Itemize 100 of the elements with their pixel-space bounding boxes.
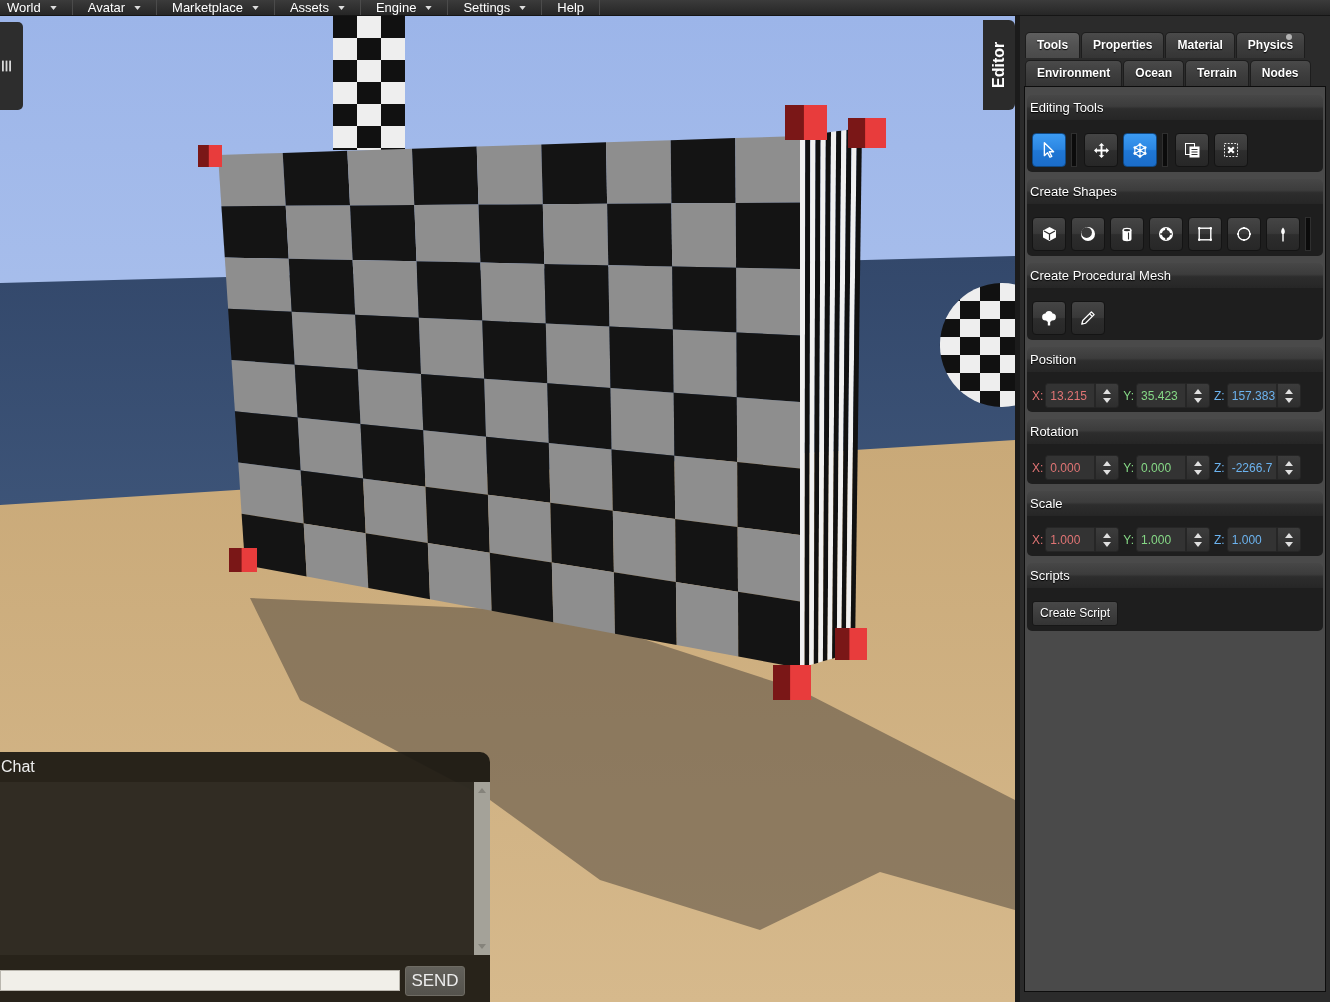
- editor-tab[interactable]: Editor: [983, 20, 1015, 110]
- scrollbar[interactable]: [474, 782, 490, 955]
- number-field[interactable]: 0.000: [1136, 455, 1187, 480]
- tab[interactable]: Properties: [1081, 32, 1165, 58]
- axis-label: Z:: [1214, 532, 1225, 547]
- tool-button[interactable]: [1214, 133, 1248, 167]
- sidebar-toggle-button[interactable]: [0, 22, 23, 110]
- down-arrow-icon: [1284, 397, 1293, 403]
- spinner-button[interactable]: [1095, 383, 1120, 408]
- selection-handle[interactable]: [835, 628, 867, 660]
- dashed-x-icon: [1224, 143, 1238, 157]
- up-arrow-icon: [1103, 460, 1112, 466]
- down-arrow-icon: [1194, 541, 1203, 547]
- selection-handle[interactable]: [848, 118, 886, 148]
- down-arrow-icon: [1103, 541, 1112, 547]
- selection-handle[interactable]: [785, 105, 827, 140]
- section-header: Scale: [1027, 491, 1323, 516]
- tool-button[interactable]: [1084, 133, 1118, 167]
- axis-label: Z:: [1214, 460, 1225, 475]
- menu-item[interactable]: Engine: [360, 0, 449, 15]
- axis-label: Y:: [1123, 388, 1135, 403]
- tab[interactable]: Material: [1165, 32, 1235, 58]
- spinner-button[interactable]: [1186, 527, 1211, 552]
- documents-icon: [1184, 142, 1200, 158]
- up-arrow-icon: [1103, 532, 1112, 538]
- spinner-button[interactable]: [1095, 527, 1120, 552]
- menu-item[interactable]: Marketplace: [157, 0, 275, 15]
- number-field[interactable]: 1.000: [1226, 527, 1277, 552]
- menu-item[interactable]: Settings: [448, 0, 543, 15]
- section-header: Create Shapes: [1027, 179, 1323, 204]
- selection-handle[interactable]: [198, 145, 222, 167]
- axis-label: X:: [1032, 460, 1044, 475]
- circle-icon: [1237, 227, 1251, 241]
- tab[interactable]: Tools: [1025, 32, 1081, 58]
- down-arrow-icon: [1103, 397, 1112, 403]
- down-arrow-icon: [1103, 469, 1112, 475]
- tool-button[interactable]: [1032, 133, 1066, 167]
- shape-button[interactable]: [1266, 217, 1300, 251]
- selection-handle[interactable]: [773, 665, 811, 700]
- spinner-button[interactable]: [1186, 383, 1211, 408]
- menu-item[interactable]: World: [0, 0, 73, 15]
- shape-button[interactable]: [1071, 217, 1105, 251]
- up-arrow-icon: [1284, 460, 1293, 466]
- up-arrow-icon: [1284, 388, 1293, 394]
- mesh-button[interactable]: [1071, 301, 1105, 335]
- spinner-button[interactable]: [1276, 383, 1301, 408]
- chat-title: Chat: [0, 758, 35, 776]
- section-header: Editing Tools: [1027, 95, 1323, 120]
- shape-button[interactable]: [1227, 217, 1261, 251]
- four-arrows-icon: [1093, 142, 1109, 158]
- ring-icon: [1159, 227, 1173, 241]
- spinner-button[interactable]: [1186, 455, 1211, 480]
- shape-button[interactable]: [1188, 217, 1222, 251]
- cylinder-icon: [1122, 226, 1132, 242]
- section-header: Scripts: [1027, 563, 1323, 588]
- selection-handle[interactable]: [229, 548, 257, 572]
- tab[interactable]: Terrain: [1185, 60, 1249, 86]
- toolbar-separator: [1305, 217, 1311, 251]
- tab[interactable]: Environment: [1025, 60, 1123, 86]
- spinner-button[interactable]: [1095, 455, 1120, 480]
- tool-button[interactable]: [1123, 133, 1157, 167]
- down-arrow-icon: [1284, 541, 1293, 547]
- tab[interactable]: Ocean: [1123, 60, 1185, 86]
- spinner-button[interactable]: [1276, 455, 1301, 480]
- shape-button[interactable]: [1110, 217, 1144, 251]
- cube-icon: [1042, 227, 1056, 241]
- checkered-box[interactable]: [218, 128, 862, 668]
- mesh-button[interactable]: [1032, 301, 1066, 335]
- menu-item[interactable]: Help: [542, 0, 601, 15]
- shape-button[interactable]: [1149, 217, 1183, 251]
- number-field[interactable]: 1.000: [1045, 527, 1096, 552]
- tool-button[interactable]: [1175, 133, 1209, 167]
- axis-label: Y:: [1123, 460, 1135, 475]
- menu-item[interactable]: Avatar: [72, 0, 158, 15]
- spinner-button[interactable]: [1276, 527, 1301, 552]
- grip-icon: [2, 60, 11, 72]
- up-arrow-icon: [478, 788, 486, 793]
- shape-button[interactable]: [1032, 217, 1066, 251]
- number-field[interactable]: -2266.7: [1226, 455, 1277, 480]
- pin-icon: [1280, 226, 1286, 242]
- message-field[interactable]: [0, 970, 400, 991]
- axis-label: X:: [1032, 388, 1044, 403]
- toolbar-separator: [1162, 133, 1168, 167]
- number-field[interactable]: 13.215: [1045, 383, 1096, 408]
- toolbar-separator: [1071, 133, 1077, 167]
- number-field[interactable]: 35.423: [1136, 383, 1187, 408]
- tab[interactable]: Nodes: [1249, 60, 1311, 86]
- send-button[interactable]: SEND: [405, 965, 465, 996]
- number-field[interactable]: 157.383: [1226, 383, 1277, 408]
- menu-item[interactable]: Assets: [274, 0, 361, 15]
- square-icon: [1198, 227, 1212, 241]
- down-arrow-icon: [1284, 469, 1293, 475]
- section-header: Rotation: [1027, 419, 1323, 444]
- create-script-button[interactable]: Create Script: [1032, 601, 1119, 626]
- number-field[interactable]: 0.000: [1045, 455, 1096, 480]
- axis-label: X:: [1032, 532, 1044, 547]
- crescent-icon: [1081, 227, 1095, 241]
- number-field[interactable]: 1.000: [1136, 527, 1187, 552]
- axis-label: Z:: [1214, 388, 1225, 403]
- tab[interactable]: Physics: [1235, 32, 1306, 58]
